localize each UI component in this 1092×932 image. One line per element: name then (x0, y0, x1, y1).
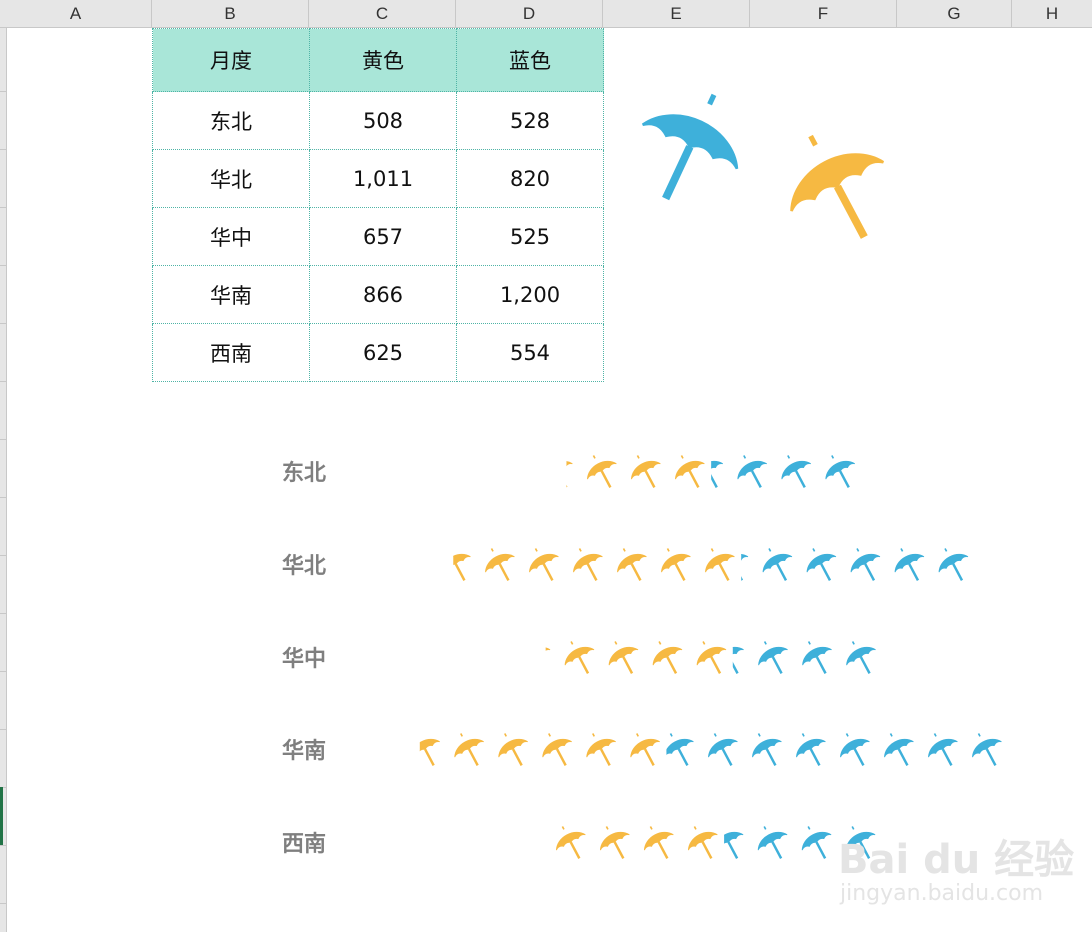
umbrella-icon (836, 634, 883, 682)
umbrella-icon (687, 634, 733, 682)
umbrella-icon (445, 726, 494, 774)
umbrella-icon (453, 541, 481, 589)
umbrella-icon (460, 819, 506, 866)
umbrella-icon (358, 726, 404, 773)
umbrella-icon (711, 448, 733, 496)
umbrella-icon (724, 819, 753, 867)
umbrella-icon (732, 634, 754, 682)
umbrella-icon (545, 634, 560, 682)
umbrella-icon (797, 541, 846, 589)
umbrella-icon (678, 819, 725, 867)
umbrella-icon (621, 448, 671, 496)
bar-yellow[interactable] (389, 541, 743, 589)
umbrella-icon (546, 819, 552, 867)
umbrella-icon (590, 819, 640, 867)
umbrella-icon (786, 726, 836, 774)
category-label: 东北 (282, 460, 326, 486)
umbrella-icon (929, 541, 975, 589)
umbrella-icon (469, 634, 515, 681)
umbrella-icon (619, 73, 762, 221)
umbrella-icon (419, 726, 450, 774)
bar-blue[interactable] (641, 448, 863, 496)
umbrella-pictograph-chart[interactable]: 东北华北华中华南西南 Bai du 经验 jingyan.baidu.com (0, 0, 1092, 932)
umbrella-icon (546, 819, 596, 867)
umbrella-icon (643, 634, 692, 682)
umbrella-icon (962, 726, 1009, 774)
umbrella-icon (491, 448, 537, 495)
watermark-main: Bai du 经验 (838, 837, 1074, 883)
bar-yellow[interactable] (491, 448, 713, 496)
umbrella-icon (621, 726, 667, 774)
umbrella-icon (772, 448, 821, 496)
category-label: 华南 (282, 738, 326, 764)
category-label: 西南 (282, 832, 326, 857)
bar-blue[interactable] (612, 726, 1010, 774)
umbrella-icon (634, 819, 684, 867)
bar-yellow[interactable] (460, 819, 726, 867)
umbrella-icon (792, 634, 842, 682)
umbrella-icon (666, 726, 704, 774)
umbrella-icon (885, 541, 934, 589)
umbrella-icon (830, 726, 880, 774)
umbrella-icon (577, 726, 626, 774)
umbrella-icon (566, 448, 583, 496)
umbrella-icon (748, 819, 797, 867)
umbrella-icon (577, 448, 627, 496)
umbrella-icon (748, 634, 798, 682)
bar-blue[interactable] (662, 634, 884, 682)
umbrella-icon (389, 541, 435, 588)
umbrella-icon (742, 726, 792, 774)
category-label: 华中 (282, 646, 326, 672)
umbrella-icon (607, 541, 657, 589)
bar-yellow[interactable] (358, 726, 668, 774)
umbrella-icon (765, 112, 911, 262)
umbrella-icon (874, 726, 924, 774)
umbrella-icon (555, 634, 604, 682)
umbrella-icon (489, 726, 538, 774)
watermark: Bai du 经验 jingyan.baidu.com (838, 837, 1074, 906)
umbrella-icon (792, 819, 841, 867)
umbrella-icon (728, 448, 777, 496)
umbrella-icon (651, 541, 701, 589)
umbrella-icon (698, 726, 748, 774)
umbrella-icon (816, 448, 862, 496)
bar-yellow[interactable] (469, 634, 735, 682)
umbrella-icon (841, 541, 890, 589)
umbrella-icon (475, 541, 525, 589)
watermark-sub: jingyan.baidu.com (839, 881, 1043, 906)
category-label: 华北 (282, 553, 326, 579)
umbrella-icon (599, 634, 648, 682)
umbrella-icon (918, 726, 968, 774)
umbrella-icon (563, 541, 613, 589)
umbrella-icon (753, 541, 802, 589)
umbrella-icon (665, 448, 712, 496)
umbrella-icon (533, 726, 582, 774)
umbrella-icon (519, 541, 569, 589)
umbrella-icon (695, 541, 742, 589)
